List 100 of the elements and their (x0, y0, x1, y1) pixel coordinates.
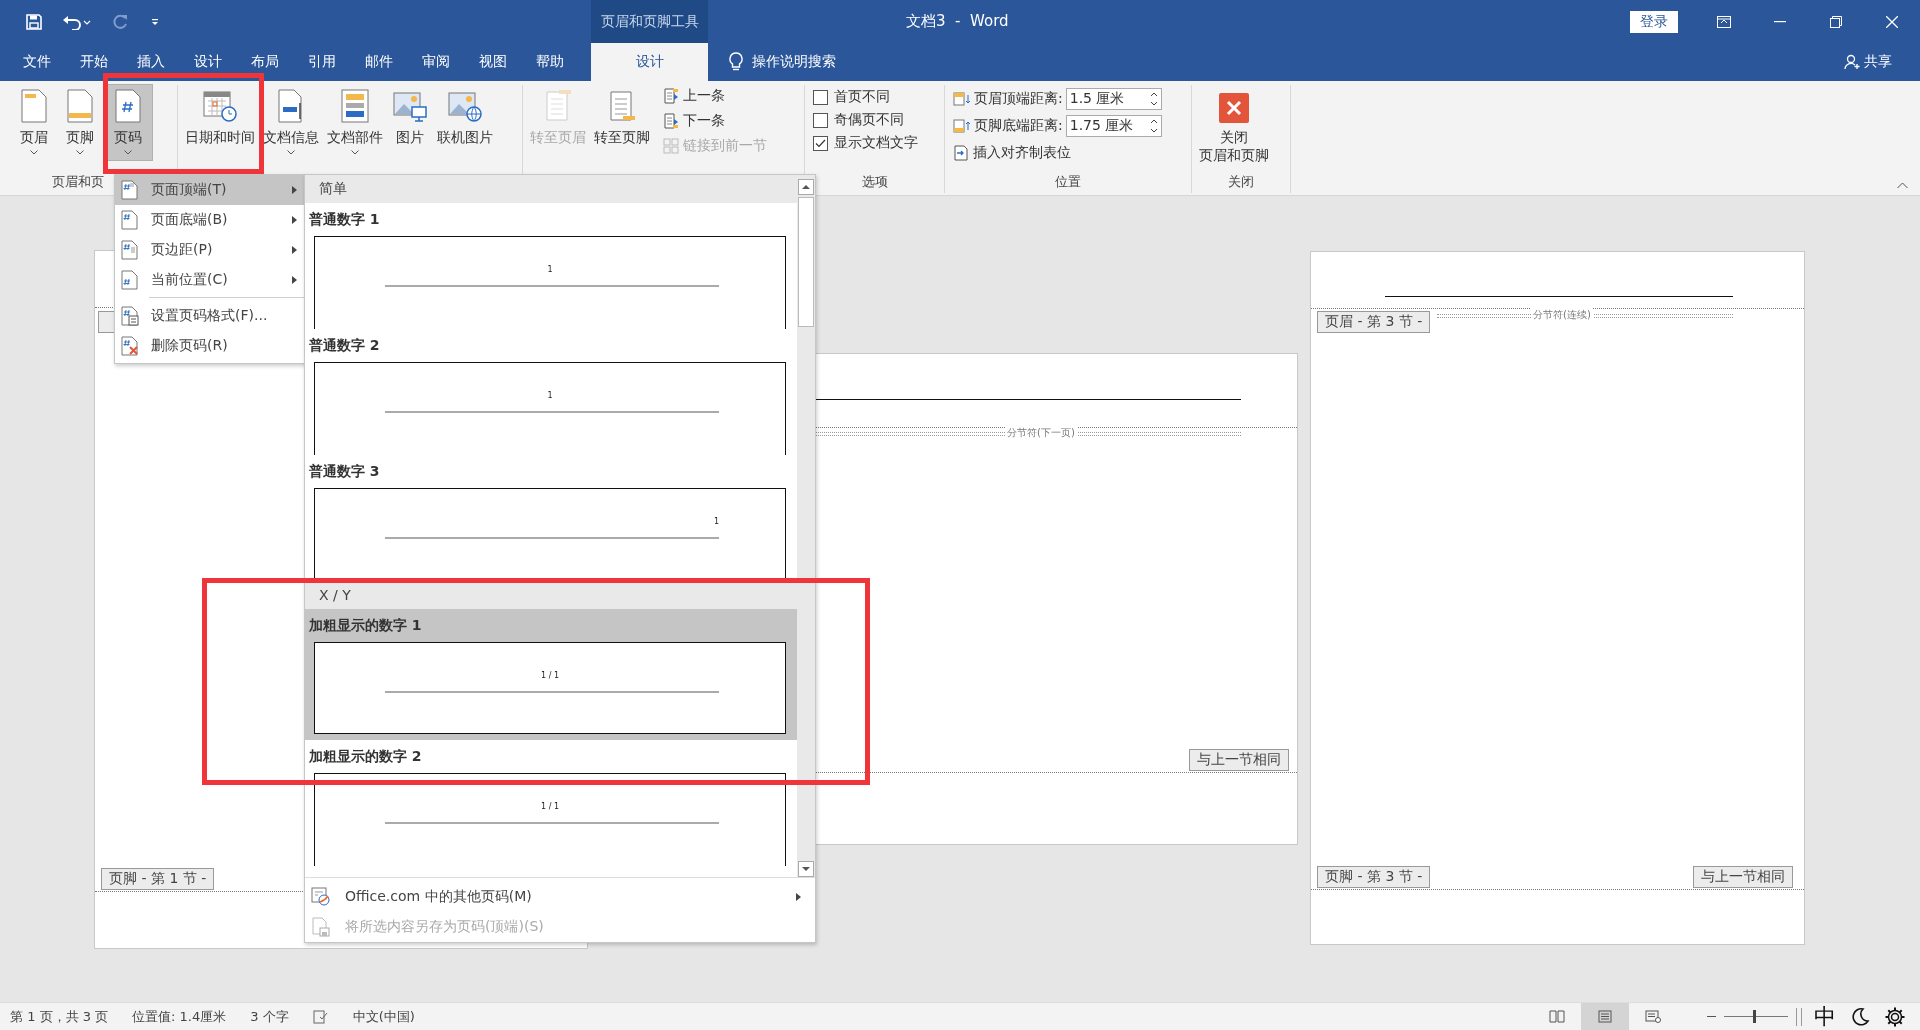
undo-icon[interactable] (62, 13, 92, 30)
ribbon-tab[interactable]: 设计 (591, 43, 708, 81)
close-icon (1219, 93, 1249, 123)
caret-icon[interactable] (150, 16, 160, 27)
page-hash-icon (121, 270, 139, 290)
field-label: 页眉顶端距离: (974, 90, 1063, 108)
status-text[interactable]: 位置值: 1.4厘米 (132, 1007, 227, 1026)
checkbox-label[interactable]: 奇偶页不同 (834, 111, 904, 129)
page-top-bar-icon (20, 89, 48, 123)
ribbon-button[interactable]: 页脚 (58, 85, 102, 160)
page-bottom-bar-icon (66, 89, 94, 123)
ribbon-tab[interactable]: 开始 (65, 43, 122, 81)
ribbon-button[interactable]: 文档信息 (260, 85, 322, 160)
window-title: 文档3 - Word (905, 11, 1010, 32)
section-break-label: 分节符(连续) (1531, 308, 1593, 322)
page-hash-icon (121, 180, 139, 200)
submenu-arrow-icon (292, 276, 297, 284)
gallery-item[interactable]: 普通数字 3 1 (305, 455, 797, 581)
spin-arrows-icon[interactable] (1149, 118, 1158, 134)
ribbon-button[interactable]: 页眉 (12, 85, 56, 160)
spin-arrows-icon[interactable] (1149, 91, 1158, 107)
menu-item[interactable]: 页面底端(B) (115, 205, 305, 235)
spin-field[interactable]: 1.75 厘米 (1065, 115, 1162, 137)
page-hash-icon (121, 240, 139, 260)
document-lines-icon (543, 89, 573, 123)
gallery-item[interactable]: 普通数字 1 1 (305, 203, 797, 329)
gallery-section-header: X / Y (305, 581, 797, 609)
checkbox-label[interactable]: 首页不同 (834, 88, 890, 106)
preview-number: 1 (547, 265, 553, 274)
page-hash-icon (114, 89, 142, 123)
ribbon-button[interactable]: 上一条 (661, 85, 769, 107)
checkbox-label[interactable]: 显示文档文字 (834, 134, 918, 152)
gallery-item[interactable]: 普通数字 2 1 (305, 329, 797, 455)
save-icon[interactable] (26, 13, 42, 30)
picture-globe-icon (447, 89, 483, 123)
submenu-arrow-icon (796, 893, 801, 901)
ribbon-tab[interactable]: 布局 (236, 43, 293, 81)
margin-distance-icon (953, 91, 971, 107)
scrollbar-thumb[interactable] (798, 197, 814, 327)
menu-item[interactable]: 页边距(P) (115, 235, 305, 265)
link-pages-icon (663, 138, 679, 154)
spin-field[interactable]: 1.5 厘米 (1065, 88, 1162, 110)
ribbon-tab[interactable]: 引用 (293, 43, 350, 81)
moon-icon[interactable] (1850, 1006, 1870, 1027)
ribbon-button[interactable]: 图片 (388, 85, 432, 149)
scroll-up-icon[interactable] (798, 179, 814, 195)
ribbon-tab[interactable]: 文件 (8, 43, 65, 81)
ribbon-button[interactable]: 日期和时间 (182, 85, 258, 149)
menu-item[interactable]: 当前位置(C) (115, 265, 305, 295)
gallery-section-header: 简单 (305, 175, 797, 203)
proofing-icon[interactable] (312, 1009, 329, 1024)
header-section-tag: 页眉 - 第 3 节 - (1317, 311, 1431, 333)
language-text[interactable]: 中文(中国) (352, 1007, 415, 1026)
tell-me-search[interactable]: 操作说明搜索 (752, 43, 836, 81)
sign-in-button[interactable]: 登录 (1630, 10, 1678, 33)
page-delete-icon (121, 336, 139, 356)
share-link[interactable]: 共享 (1864, 43, 1892, 81)
preview-number: 1 / 1 (541, 671, 559, 680)
input-method-indicator[interactable]: 中 (1814, 1001, 1836, 1030)
status-text[interactable]: 3 个字 (250, 1007, 289, 1026)
group-label: 位置 (1054, 173, 1082, 191)
page-globe-icon (311, 887, 331, 907)
ribbon-button[interactable]: 文档部件 (324, 85, 386, 160)
gallery-item[interactable]: 加粗显示的数字 2 1 / 1 (305, 740, 797, 866)
ribbon-tab[interactable]: 视图 (464, 43, 521, 81)
ribbon-button[interactable]: 下一条 (661, 110, 769, 132)
checkbox[interactable] (813, 112, 828, 128)
menu-item[interactable]: 删除页码(R) (115, 331, 305, 361)
checkbox[interactable] (813, 89, 828, 105)
footer-section-tag: 页脚 - 第 1 节 - (101, 868, 215, 890)
ribbon-tab[interactable]: 邮件 (350, 43, 407, 81)
group-label: 关闭 (1227, 173, 1255, 191)
scrollbar[interactable] (797, 175, 815, 877)
calendar-clock-icon (202, 89, 238, 123)
zoom-slider-thumb[interactable] (1752, 1010, 1756, 1023)
gallery-item[interactable]: 加粗显示的数字 1 1 / 1 (305, 609, 797, 740)
same-as-previous-tag: 与上一节相同 (1693, 866, 1793, 888)
ribbon-tab[interactable]: 审阅 (407, 43, 464, 81)
ribbon-tab[interactable]: 帮助 (521, 43, 578, 81)
ribbon-button[interactable]: 联机图片 (434, 85, 496, 149)
menu-item[interactable]: Office.com 中的其他页码(M) (305, 882, 815, 912)
close-header-footer-button[interactable]: 关闭 页眉和页脚 (1196, 85, 1272, 166)
ribbon-tab[interactable]: 插入 (122, 43, 179, 81)
preview-number: 1 / 1 (541, 802, 559, 811)
menu-item[interactable]: 页面顶端(T) (115, 175, 305, 205)
preview-number: 1 (713, 517, 719, 526)
group-label: 选项 (860, 173, 889, 191)
page-hash-icon (121, 210, 139, 230)
page-save-icon (311, 917, 331, 937)
group-label: 页眉和页 (52, 173, 104, 191)
ribbon-tab[interactable]: 设计 (179, 43, 236, 81)
checkbox[interactable] (813, 135, 828, 151)
scroll-down-icon[interactable] (798, 861, 814, 877)
status-text[interactable]: 第 1 页，共 3 页 (10, 1007, 109, 1026)
zoom-out-icon[interactable] (1707, 1015, 1716, 1018)
page-arrow-icon (663, 88, 679, 104)
ribbon-button[interactable]: 转至页脚 (591, 85, 653, 149)
settings-icon[interactable] (1884, 1005, 1906, 1028)
ribbon-button[interactable]: 插入对齐制表位 (953, 142, 1073, 164)
submenu-arrow-icon (292, 216, 297, 224)
